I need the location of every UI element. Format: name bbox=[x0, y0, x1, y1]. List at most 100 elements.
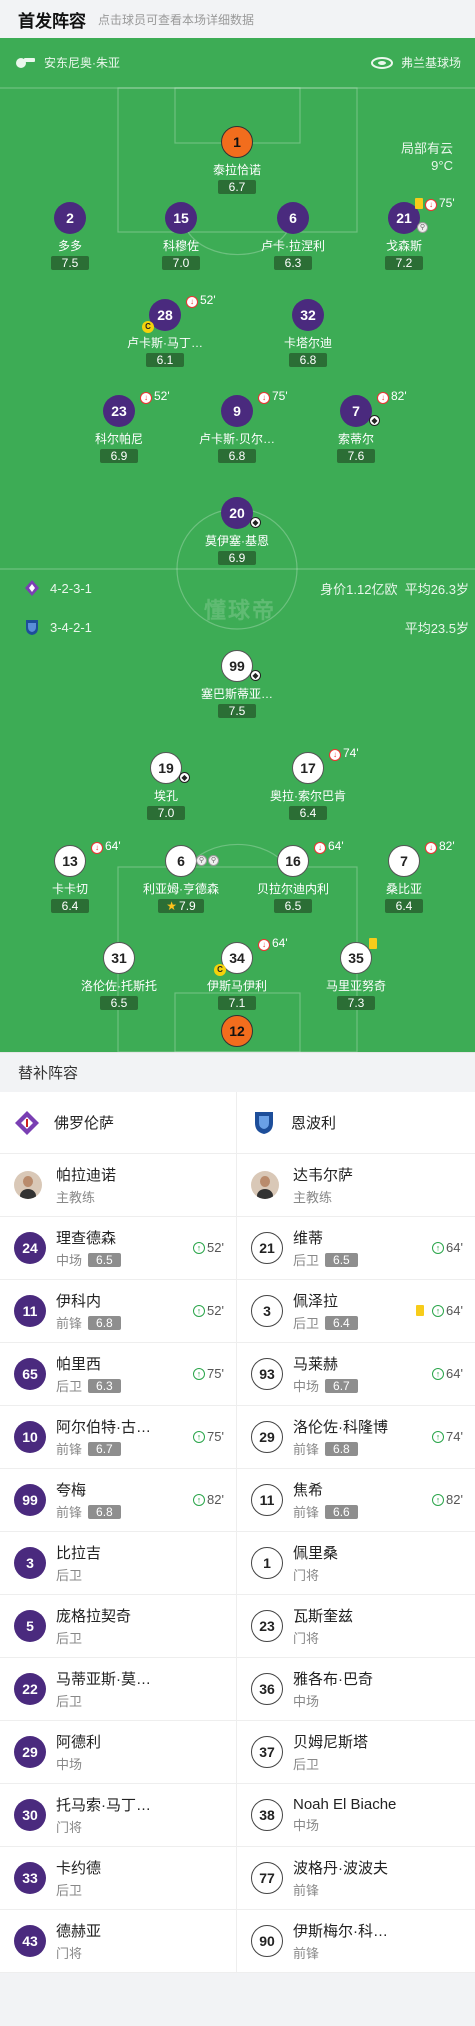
home-player-6[interactable]: 32 卡塔尔迪 6.8 bbox=[253, 299, 363, 369]
away-sub-row[interactable]: 3 佩泽拉 后卫 6.4 ↑ 64' bbox=[237, 1280, 475, 1343]
sub-name: 波格丹·波波夫 bbox=[293, 1860, 388, 1877]
home-coach-row[interactable]: 帕拉迪诺 主教练 bbox=[0, 1154, 236, 1217]
home-player-8[interactable]: 9 卢卡斯·贝尔… 6.8 ↓ 75' bbox=[182, 389, 292, 465]
away-value: 平均23.5岁 bbox=[405, 618, 469, 637]
home-player-9[interactable]: 7 索蒂尔 7.6 ↓ 82' ◆ bbox=[301, 389, 411, 465]
home-player-10[interactable]: 20 莫伊塞·基恩 6.9 ◆ bbox=[182, 497, 292, 567]
away-age: 平均23.5岁 bbox=[404, 621, 469, 636]
home-player-7[interactable]: 23 科尔帕尼 6.9 ↓ 52' bbox=[64, 389, 174, 465]
sub-in-minute: 64' bbox=[446, 1240, 463, 1255]
venue-bar: 安东尼奥·朱亚 弗兰基球场 bbox=[0, 38, 475, 86]
away-player-3[interactable]: 13 卡卡切 6.4 ↓ 64' bbox=[15, 839, 125, 915]
home-player-1[interactable]: 2 多多 7.5 bbox=[15, 202, 125, 272]
home-team-row[interactable]: 佛罗伦萨 bbox=[0, 1092, 236, 1154]
away-sub-row[interactable]: 77 波格丹·波波夫 前锋 bbox=[237, 1847, 475, 1910]
home-sub-row[interactable]: 24 理查德森 中场 6.5 ↑ 52' bbox=[0, 1217, 236, 1280]
sub-position: 后卫 bbox=[56, 1631, 83, 1646]
player-name: 卡卡切 bbox=[51, 882, 88, 896]
home-sub-row[interactable]: 11 伊科内 前锋 6.8 ↑ 52' bbox=[0, 1280, 236, 1343]
away-sub-row[interactable]: 37 贝姆尼斯塔 后卫 bbox=[237, 1721, 475, 1784]
home-sub-row[interactable]: 29 阿德利 中场 bbox=[0, 1721, 236, 1784]
sub-position: 门将 bbox=[293, 1568, 320, 1583]
sub-in-minute: 52' bbox=[207, 1303, 224, 1318]
away-player-2[interactable]: 17 奥拉·索尔巴肯 6.4 ↓ 74' bbox=[253, 746, 363, 822]
away-player-0[interactable]: 99 塞巴斯蒂亚… 7.5 ◆ bbox=[182, 650, 292, 720]
away-team-row[interactable]: 恩波利 bbox=[237, 1092, 475, 1154]
away-player-4[interactable]: 6 利亚姆·亨德森 7.9 ⚲⚲ bbox=[126, 845, 236, 915]
sub-position: 后卫 bbox=[56, 1694, 83, 1709]
away-player-5[interactable]: 16 贝拉尔迪内利 6.5 ↓ 64' bbox=[238, 839, 348, 915]
home-sub-row[interactable]: 22 马蒂亚斯·莫… 后卫 bbox=[0, 1658, 236, 1721]
shirt-number: 20 bbox=[221, 497, 253, 529]
sub-name: 伊科内 bbox=[56, 1293, 102, 1310]
away-sub-row[interactable]: 11 焦希 前锋 6.6 ↑ 82' bbox=[237, 1469, 475, 1532]
player-name: 塞盖蒂 bbox=[182, 1050, 292, 1052]
sub-position: 前锋 bbox=[293, 1946, 320, 1961]
sub-in-minute: 75' bbox=[207, 1366, 224, 1381]
home-sub-row[interactable]: 99 夸梅 前锋 6.8 ↑ 82' bbox=[0, 1469, 236, 1532]
away-sub-row[interactable]: 1 佩里桑 门将 bbox=[237, 1532, 475, 1595]
away-sub-row[interactable]: 36 雅各布·巴奇 中场 bbox=[237, 1658, 475, 1721]
lineup-subtitle: 点击球员可查看本场详细数据 bbox=[98, 12, 255, 27]
home-sub-row[interactable]: 65 帕里西 后卫 6.3 ↑ 75' bbox=[0, 1343, 236, 1406]
away-coach-row[interactable]: 达韦尔萨 主教练 bbox=[237, 1154, 475, 1217]
home-sub-row[interactable]: 10 阿尔伯特·古… 前锋 6.7 ↑ 75' bbox=[0, 1406, 236, 1469]
sub-in-icon: ↑ bbox=[193, 1493, 206, 1506]
shirt-number: 32 bbox=[292, 299, 324, 331]
shirt-number: 19 bbox=[150, 752, 182, 784]
home-sub-row[interactable]: 43 德赫亚 门将 bbox=[0, 1910, 236, 1973]
sub-position: 门将 bbox=[56, 1820, 83, 1835]
shirt-number: 33 bbox=[14, 1862, 46, 1894]
home-player-0[interactable]: 1 泰拉恰诺 6.7 bbox=[182, 126, 292, 196]
sub-name: 马蒂亚斯·莫… bbox=[56, 1671, 151, 1688]
player-name: 塞巴斯蒂亚… bbox=[200, 687, 273, 701]
sub-position: 后卫 bbox=[293, 1316, 320, 1331]
player-rating: 6.7 bbox=[218, 180, 256, 194]
sub-name: 阿尔伯特·古… bbox=[56, 1419, 151, 1436]
away-sub-row[interactable]: 90 伊斯梅尔·科… 前锋 bbox=[237, 1910, 475, 1973]
away-sub-row[interactable]: 29 洛伦佐·科隆博 前锋 6.8 ↑ 74' bbox=[237, 1406, 475, 1469]
shirt-number: 11 bbox=[251, 1484, 283, 1516]
player-name: 泰拉恰诺 bbox=[212, 163, 261, 177]
away-sub-row[interactable]: 23 瓦斯奎兹 门将 bbox=[237, 1595, 475, 1658]
player-name: 莫伊塞·基恩 bbox=[205, 534, 269, 548]
home-sub-row[interactable]: 5 庞格拉契奇 后卫 bbox=[0, 1595, 236, 1658]
away-player-9[interactable]: 35 马里亚努奇 7.3 bbox=[301, 938, 411, 1012]
away-player-1[interactable]: 19 埃孔 7.0 ◆ bbox=[111, 752, 221, 822]
sub-out-icon: ↓ bbox=[186, 296, 198, 308]
sub-in-icon: ↑ bbox=[432, 1430, 445, 1443]
away-sub-row[interactable]: 38 Noah El Biache 中场 bbox=[237, 1784, 475, 1847]
goal-icon: ◆ bbox=[179, 772, 190, 783]
sub-position: 中场 bbox=[56, 1253, 83, 1268]
shirt-number: 37 bbox=[251, 1736, 283, 1768]
away-sub-row[interactable]: 21 维蒂 后卫 6.5 ↑ 64' bbox=[237, 1217, 475, 1280]
home-subs-column: 佛罗伦萨 帕拉迪诺 主教练 24 理查德森 中场 6.5 ↑ 52' 11 伊科内 前锋 6.8 ↑… bbox=[0, 1092, 237, 1973]
away-player-7[interactable]: 31 洛伦佐·托斯托 6.5 bbox=[64, 942, 174, 1012]
sub-rating: 6.5 bbox=[88, 1252, 121, 1267]
away-player-10[interactable]: 12塞盖蒂7.6 bbox=[182, 1015, 292, 1052]
away-sub-row[interactable]: 93 马莱赫 中场 6.7 ↑ 64' bbox=[237, 1343, 475, 1406]
stadium: 弗兰基球场 bbox=[370, 54, 461, 71]
home-formation-text: 4-2-3-1 bbox=[50, 580, 92, 596]
home-sub-row[interactable]: 33 卡约德 后卫 bbox=[0, 1847, 236, 1910]
sub-name: 卡约德 bbox=[56, 1860, 102, 1877]
home-player-5[interactable]: 28 卢卡斯·马丁… 6.1 ↓ 52' C bbox=[110, 293, 220, 369]
shirt-number: 23 bbox=[103, 395, 135, 427]
home-player-2[interactable]: 15 科穆佐 7.0 bbox=[126, 202, 236, 272]
home-sub-row[interactable]: 3 比拉吉 后卫 bbox=[0, 1532, 236, 1595]
sub-name: 德赫亚 bbox=[56, 1923, 102, 1940]
shirt-number: 29 bbox=[251, 1421, 283, 1453]
away-player-6[interactable]: 7 桑比亚 6.4 ↓ 82' bbox=[349, 839, 459, 915]
sub-in-minute: 64' bbox=[446, 1303, 463, 1318]
home-sub-row[interactable]: 30 托马索·马丁… 门将 bbox=[0, 1784, 236, 1847]
home-player-3[interactable]: 6 卢卡·拉涅利 6.3 bbox=[238, 202, 348, 272]
weather-condition: 局部有云 bbox=[400, 141, 453, 156]
player-name: 索蒂尔 bbox=[337, 432, 374, 446]
player-name: 奥拉·索尔巴肯 bbox=[270, 789, 346, 803]
weather-temp: 9°C bbox=[431, 158, 453, 173]
home-player-4[interactable]: 21 戈森斯 7.2 ↓ 75' ⚲ bbox=[349, 196, 459, 272]
away-player-8[interactable]: 34 伊斯马伊利 7.1 ↓ 64' C bbox=[182, 936, 292, 1012]
sub-out-icon: ↓ bbox=[425, 842, 437, 854]
home-value: 身价1.12亿欧 平均26.3岁 bbox=[320, 579, 469, 598]
sub-name: 庞格拉契奇 bbox=[56, 1608, 132, 1625]
